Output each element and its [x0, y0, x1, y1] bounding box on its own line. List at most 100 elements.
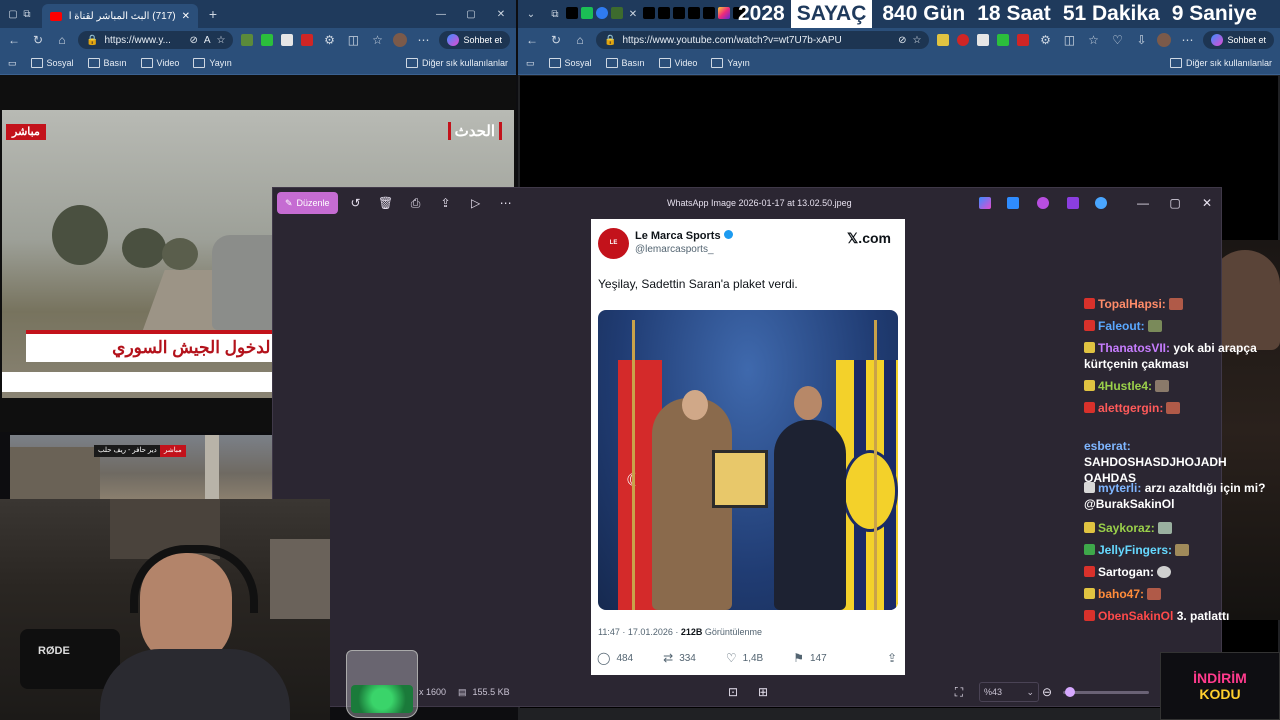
fullscreen-icon[interactable]: ⛶: [947, 680, 971, 704]
downloads-icon[interactable]: ⇩: [1133, 32, 1149, 48]
other-bookmarks[interactable]: Diğer sık kullanılanlar: [405, 58, 508, 68]
tab-actions-icon[interactable]: ⌄: [524, 7, 538, 21]
extensions-icon[interactable]: ⚙: [321, 32, 337, 48]
home-icon[interactable]: ⌂: [54, 32, 70, 48]
favorite-star-icon[interactable]: ☆: [217, 35, 226, 46]
reading-list-icon[interactable]: ▭: [8, 58, 17, 69]
workspaces-icon[interactable]: ⧉: [20, 7, 34, 21]
bookmark-yayin[interactable]: Yayın: [711, 58, 750, 68]
tab-actions-icon[interactable]: ▢: [6, 7, 20, 21]
zoom-select[interactable]: %43 ⌄: [979, 682, 1039, 702]
share-icon[interactable]: ⇪: [434, 191, 458, 215]
extension-icon-3[interactable]: [281, 34, 294, 46]
bookmark-yayin[interactable]: Yayın: [193, 58, 232, 68]
minimize-icon[interactable]: —: [1131, 191, 1155, 215]
bookmark-sosyal[interactable]: Sosyal: [30, 58, 74, 68]
video-app-icon[interactable]: [1067, 197, 1079, 209]
back-icon[interactable]: ←: [6, 32, 22, 48]
copilot-chat-button[interactable]: Sohbet et: [439, 31, 510, 49]
more-menu-icon[interactable]: ⋯: [415, 32, 431, 48]
maximize-icon[interactable]: ▢: [464, 7, 478, 21]
maximize-icon[interactable]: ▢: [1163, 191, 1187, 215]
feed-live-tag: مباشر: [160, 445, 186, 457]
tracking-icon[interactable]: ⊘: [898, 35, 906, 46]
x-tab-icon[interactable]: [566, 7, 578, 19]
tab-icon-mixed[interactable]: [611, 7, 623, 19]
split-screen-icon[interactable]: ◫: [345, 32, 361, 48]
designer-app-icon[interactable]: [1007, 197, 1019, 209]
tracking-icon[interactable]: ⊘: [189, 35, 197, 46]
close-window-icon[interactable]: ✕: [494, 7, 508, 21]
refresh-icon[interactable]: ↻: [30, 32, 46, 48]
refresh-icon[interactable]: ↻: [548, 32, 564, 48]
profile-avatar[interactable]: [1157, 33, 1172, 47]
copilot-chat-button[interactable]: Sohbet et: [1203, 31, 1274, 49]
zoom-out-icon[interactable]: ⊖: [1035, 680, 1059, 704]
bookmark-basin[interactable]: Basın: [87, 58, 127, 68]
tab-close-icon[interactable]: ✕: [626, 7, 640, 21]
x-tab-icon[interactable]: [673, 7, 685, 19]
extension-icon-1[interactable]: [937, 34, 950, 46]
channel-logo-text: الحدث: [454, 123, 495, 140]
extension-icon-4[interactable]: [997, 34, 1010, 46]
extension-icon-3[interactable]: [977, 34, 990, 46]
favorite-star-icon[interactable]: ☆: [913, 35, 922, 46]
favorites-icon[interactable]: ☆: [1085, 32, 1101, 48]
print-icon[interactable]: ⎙: [404, 191, 428, 215]
x-tab-icon[interactable]: [643, 7, 655, 19]
copilot-app-icon[interactable]: [979, 197, 991, 209]
split-screen-icon[interactable]: ◫: [1061, 32, 1077, 48]
left-url-field[interactable]: 🔒 https://www.y... ⊘ A ☆: [78, 31, 234, 49]
more-menu-icon[interactable]: ⋯: [1179, 32, 1195, 48]
actual-size-icon[interactable]: ⊞: [751, 680, 775, 704]
x-tab-icon[interactable]: [688, 7, 700, 19]
tab-close-icon[interactable]: ✕: [182, 11, 190, 22]
profile-avatar[interactable]: [393, 33, 408, 47]
onedrive-icon[interactable]: [1095, 197, 1107, 209]
close-window-icon[interactable]: ✕: [1195, 191, 1219, 215]
extensions-icon[interactable]: ⚙: [1037, 32, 1053, 48]
extension-icon-2[interactable]: [957, 34, 970, 46]
fit-view-icon[interactable]: ⊡: [721, 680, 745, 704]
x-tab-icon[interactable]: [703, 7, 715, 19]
more-options-icon[interactable]: ⋯: [494, 191, 518, 215]
minimize-icon[interactable]: —: [434, 7, 448, 21]
bookmark-video[interactable]: Video: [658, 58, 697, 68]
bookmark-video[interactable]: Video: [140, 58, 179, 68]
zoom-slider[interactable]: [1063, 686, 1149, 697]
home-icon[interactable]: ⌂: [572, 32, 588, 48]
read-aloud-icon[interactable]: A: [204, 35, 211, 46]
chat-message: esberat: SAHDOSHASDJHOJADH OAHDAS: [1084, 438, 1274, 486]
extension-icon-2[interactable]: [261, 34, 274, 46]
tab-icon-blue[interactable]: [596, 7, 608, 19]
instagram-tab-icon[interactable]: [718, 7, 730, 19]
extension-icon-1[interactable]: [241, 34, 254, 46]
reply-count: 484: [616, 652, 634, 664]
clipchamp-app-icon[interactable]: [1037, 197, 1049, 209]
tab-youtube-live[interactable]: (717) البث المباشر لقناة الحدث Tube ✕: [42, 4, 198, 28]
collections-icon[interactable]: ♡: [1109, 32, 1125, 48]
zoom-slider-thumb[interactable]: [1065, 686, 1075, 697]
slideshow-icon[interactable]: ▷: [464, 191, 488, 215]
other-bookmarks[interactable]: Diğer sık kullanılanlar: [1169, 58, 1272, 68]
folder-icon: [30, 58, 43, 68]
tab-icon-green[interactable]: [581, 7, 593, 19]
workspaces-icon[interactable]: ⧉: [548, 7, 562, 21]
chat-user: Saykoraz:: [1098, 521, 1155, 535]
tree-shape: [162, 238, 198, 270]
delete-icon[interactable]: 🗑: [374, 191, 398, 215]
new-tab-icon[interactable]: +: [206, 6, 220, 22]
rotate-icon[interactable]: ↺: [344, 191, 368, 215]
right-url-field[interactable]: 🔒 https://www.youtube.com/watch?v=wt7U7b…: [596, 31, 930, 49]
reading-list-icon[interactable]: ▭: [526, 58, 535, 69]
edit-button[interactable]: ✎ Düzenle: [277, 192, 338, 214]
bookmark-basin[interactable]: Basın: [605, 58, 645, 68]
extension-icon-5[interactable]: [1017, 34, 1030, 46]
sub-badge-icon: [1084, 298, 1095, 309]
bookmark-sosyal[interactable]: Sosyal: [548, 58, 592, 68]
extension-icon-4[interactable]: [301, 34, 314, 46]
second-video-feed[interactable]: دير حافر - ريف حلب مباشر: [10, 435, 272, 499]
back-icon[interactable]: ←: [524, 32, 540, 48]
x-tab-icon[interactable]: [658, 7, 670, 19]
collections-icon[interactable]: ☆: [369, 32, 385, 48]
